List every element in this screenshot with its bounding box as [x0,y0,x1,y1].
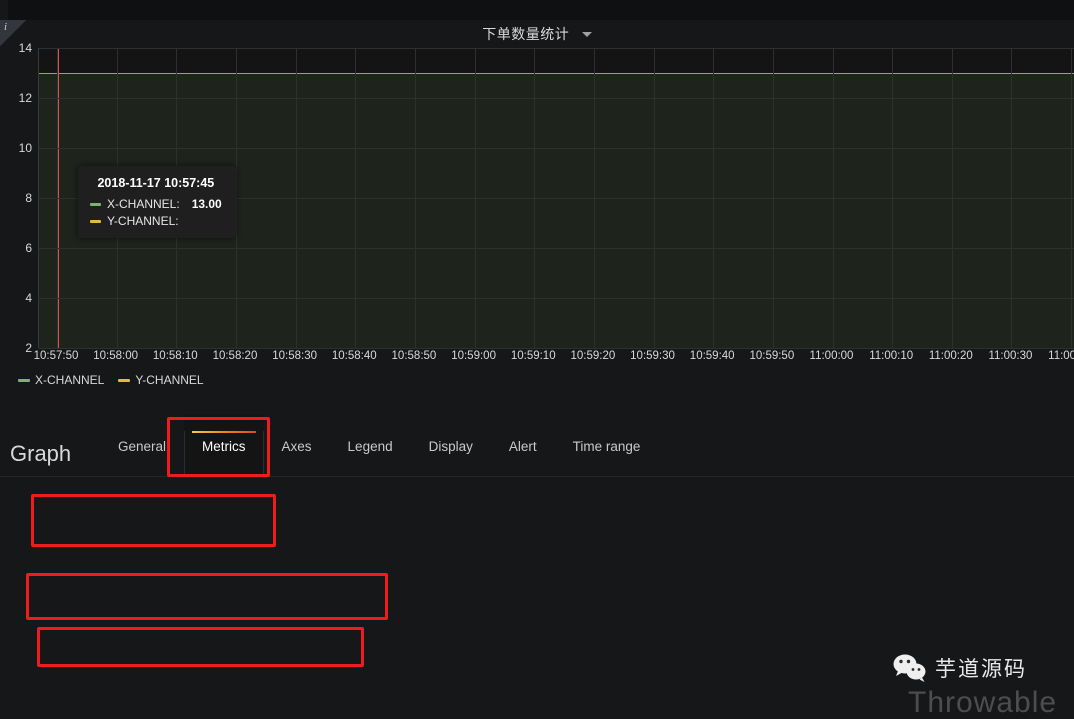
x-axis-tick: 11:00:00 [809,350,854,362]
gridline-vertical [295,48,297,348]
grafana-panel-editor: i 下单数量统计 14 12 10 8 6 4 2 2018-11-17 10:57:45 … [0,0,1074,719]
gridline-vertical [355,48,357,348]
x-axis-tick: 10:58:40 [331,350,377,362]
x-axis-tick: 10:58:30 [272,350,317,362]
x-axis-tick: 10:57:50 [33,350,79,362]
gridline-vertical [1071,48,1073,348]
x-axis-tick: 10:59:50 [749,350,795,362]
x-axis-tick: 10:59:30 [630,350,675,362]
x-axis-tick: 10:58:50 [391,350,437,362]
x-axis-tick: 10:59:40 [689,350,735,362]
series-swatch-y-channel [90,219,101,223]
x-axis-tick: 10:58:00 [93,350,139,362]
gridline-horizontal [39,48,1074,49]
gridline-vertical [892,48,894,348]
tab-label: Metrics [202,438,246,454]
watermark-faded-text: Throwable [908,686,1058,719]
editor-tabbar: Graph General Metrics Axes Legend Display Ale… [0,415,1074,477]
x-axis-tick: 11:00:40 [1048,350,1074,362]
gridline-horizontal [39,298,1074,299]
chevron-down-icon[interactable] [581,31,592,37]
tab-display[interactable]: Display [411,415,491,477]
tab-label: Alert [508,438,537,454]
tab-label: Display [428,438,473,454]
x-axis-tick: 11:00:20 [928,350,973,362]
gridline-vertical [414,48,416,348]
y-axis-tick: 2 [25,341,32,355]
gridline-vertical [951,48,953,348]
watermark: 芋道源码 [893,653,1027,683]
gridline-vertical [235,48,237,348]
legend-label: X-CHANNEL [35,373,105,387]
gridline-vertical [534,48,536,348]
y-axis-tick: 14 [18,41,32,55]
series-swatch-x-channel [90,202,101,206]
tooltip-time: 2018-11-17 10:57:45 [97,176,215,190]
x-axis-tick: 10:58:20 [212,350,258,362]
tab-axes[interactable]: Axes [264,415,330,477]
y-axis-tick: 6 [25,241,32,255]
y-axis-tick: 8 [25,191,32,205]
tooltip-row-x-channel: X-CHANNEL: 13.00 [90,197,222,211]
tab-alert[interactable]: Alert [491,415,555,477]
gridline-vertical [713,48,715,348]
panel-title[interactable]: 下单数量统计 [0,24,1074,44]
x-axis-tick: 10:59:10 [510,350,556,362]
legend-swatch [18,378,30,382]
y-axis-tick: 4 [25,291,32,305]
tab-metrics[interactable]: Metrics [184,415,264,477]
series-line-x-channel [39,73,1074,74]
y-axis-tick: 10 [18,141,32,155]
y-axis: 14 12 10 8 6 4 2 [0,41,38,358]
y-axis-tick: 12 [18,91,32,105]
x-axis-tick: 11:00:10 [869,350,914,362]
gridline-vertical [474,48,476,348]
wechat-icon [893,654,926,682]
tooltip-row-y-channel: Y-CHANNEL: [90,214,222,228]
graph-tooltip: 2018-11-17 10:57:45 X-CHANNEL: 13.00 Y-C… [78,166,236,238]
gridline-horizontal [39,148,1074,149]
tab-time-range[interactable]: Time range [555,415,659,477]
tooltip-value-x-channel: 13.00 [191,197,222,211]
x-axis-tick: 10:59:00 [451,350,496,362]
gridline-vertical [1011,48,1013,348]
gridline-horizontal [39,248,1074,249]
top-strip-left-accent [0,0,8,20]
tab-general[interactable]: General [100,415,184,477]
gridline-vertical [653,48,655,348]
x-axis-tick: 11:00:30 [988,350,1033,362]
gridline-horizontal [39,348,1074,349]
x-axis-tick: 10:58:10 [152,350,198,362]
plot-area-wrapper: 14 12 10 8 6 4 2 2018-11-17 10:57:45 X-CHANNEL… [0,41,1074,387]
tab-label: Time range [572,438,641,454]
legend-label: Y-CHANNEL [135,373,204,387]
graph-panel: i 下单数量统计 14 12 10 8 6 4 2 2018-11-17 10:57:45 … [0,20,1074,415]
panel-title-text: 下单数量统计 [482,26,570,42]
editor-tabs: General Metrics Axes Legend Display Alert Time… [100,415,658,477]
graph-legend-item[interactable]: X-CHANNEL [18,373,104,387]
tab-label: General [118,438,167,454]
tab-label: Legend [347,438,393,454]
gridline-vertical [772,48,774,348]
x-axis-tick: 10:59:20 [570,350,616,362]
legend-swatch [118,378,131,382]
gridline-vertical [593,48,595,348]
gridline-horizontal [39,98,1074,99]
x-axis: 10:57:50 10:58:00 10:58:10 10:58:20 10:58:30… [34,350,1074,370]
gridline-vertical [832,48,834,348]
tab-label: Axes [281,438,312,454]
tab-legend[interactable]: Legend [330,415,411,477]
graph-legend: X-CHANNEL Y-CHANNEL [18,373,204,387]
tooltip-label-y-channel: Y-CHANNEL: [107,214,179,228]
gridline-vertical [57,48,58,348]
watermark-text: 芋道源码 [935,658,1027,681]
panel-header: i 下单数量统计 [0,20,1074,48]
editor-heading: Graph [10,441,72,466]
graph-legend-item[interactable]: Y-CHANNEL [118,373,204,387]
tooltip-label-x-channel: X-CHANNEL: [107,197,180,211]
top-strip [0,0,1074,20]
